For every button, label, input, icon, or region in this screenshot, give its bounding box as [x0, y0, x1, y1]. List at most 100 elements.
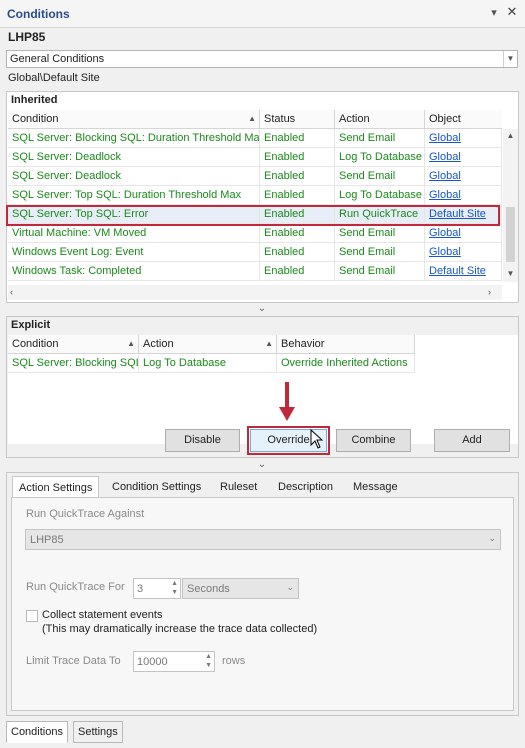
inherited-cell-action: Send Email — [335, 167, 425, 186]
inherited-cell-object[interactable]: Global — [425, 224, 502, 243]
column-header-action[interactable]: Action — [139, 335, 277, 354]
scroll-thumb[interactable] — [506, 207, 515, 262]
inherited-horizontal-scrollbar[interactable]: ‹ › — [8, 285, 502, 300]
explicit-cell-behavior: Override Inherited Actions — [277, 354, 415, 373]
tab-message[interactable]: Message — [347, 476, 404, 498]
explicit-cell-action: Log To Database — [139, 354, 277, 373]
inherited-cell-action: Log To Database — [335, 186, 425, 205]
title-bar: Conditions ▾ ✕ — [0, 0, 525, 28]
bottom-tab-settings[interactable]: Settings — [73, 721, 123, 743]
category-select[interactable]: General Conditions ▼ — [6, 50, 518, 68]
splitter-chevron-icon[interactable]: ⌄ — [256, 459, 268, 470]
inherited-cell-action: Send Email — [335, 129, 425, 148]
inherited-cell-condition: Windows Task: Completed — [8, 262, 260, 281]
column-header-object[interactable]: Object — [425, 110, 502, 129]
limit-value: 10000 — [137, 656, 168, 668]
inherited-cell-action: Send Email — [335, 243, 425, 262]
inherited-cell-status: Enabled — [260, 148, 335, 167]
run-for-unit: Seconds — [187, 583, 230, 595]
inherited-cell-condition: SQL Server: Deadlock — [8, 148, 260, 167]
run-against-value: LHP85 — [30, 534, 64, 546]
inherited-cell-status: Enabled — [260, 262, 335, 281]
stepper-arrows-icon[interactable]: ▲ ▼ — [205, 652, 212, 670]
inherited-grid-header: Condition Status Action Object — [8, 110, 502, 129]
inherited-cell-status: Enabled — [260, 243, 335, 262]
inherited-cell-status: Enabled — [260, 129, 335, 148]
inherited-vertical-scrollbar[interactable]: ▲ ▼ — [503, 129, 518, 282]
limit-label: Limit Trace Data To — [26, 655, 121, 667]
scroll-left-icon[interactable]: ‹ — [10, 285, 13, 300]
host-name: LHP85 — [8, 30, 46, 44]
chevron-down-icon[interactable]: ▼ — [503, 51, 517, 67]
inherited-cell-action: Log To Database — [335, 148, 425, 167]
annotation-arrow-head — [279, 407, 295, 421]
inherited-header: Inherited — [11, 94, 58, 106]
run-against-label: Run QuickTrace Against — [26, 508, 145, 520]
inherited-cell-action: Send Email — [335, 224, 425, 243]
inherited-cell-status: Enabled — [260, 186, 335, 205]
inherited-cell-object[interactable]: Global — [425, 148, 502, 167]
explicit-grid-header: Condition Action Behavior — [8, 335, 415, 354]
inherited-cell-object[interactable]: Global — [425, 129, 502, 148]
category-select-value: General Conditions — [10, 53, 105, 65]
collect-events-label: Collect statement events — [42, 609, 163, 621]
inherited-cell-condition: SQL Server: Deadlock — [8, 167, 260, 186]
scroll-up-icon[interactable]: ▲ — [503, 129, 518, 143]
selected-row-highlight — [6, 205, 500, 226]
run-for-label: Run QuickTrace For — [26, 581, 125, 593]
stepper-arrows-icon[interactable]: ▲ ▼ — [171, 579, 178, 597]
tab-condition-settings[interactable]: Condition Settings — [106, 476, 207, 498]
inherited-cell-object[interactable]: Global — [425, 243, 502, 262]
inherited-cell-status: Enabled — [260, 167, 335, 186]
run-for-stepper[interactable]: 3 ▲ ▼ — [133, 578, 181, 599]
explicit-grid: Condition Action Behavior SQL Server: Bl… — [8, 335, 518, 444]
inherited-cell-condition: SQL Server: Top SQL: Duration Threshold … — [8, 186, 260, 205]
tab-ruleset[interactable]: Ruleset — [214, 476, 263, 498]
explicit-panel: Explicit Condition Action Behavior SQL S… — [6, 316, 519, 458]
tab-description[interactable]: Description — [272, 476, 339, 498]
column-header-action[interactable]: Action — [335, 110, 425, 129]
inherited-row[interactable]: Windows Event Log: Event Enabled Send Emai… — [8, 243, 502, 262]
chevron-down-icon: ⌄ — [286, 582, 294, 592]
tab-action-settings[interactable]: Action Settings — [12, 476, 100, 498]
inherited-cell-status: Enabled — [260, 224, 335, 243]
column-header-condition[interactable]: Condition — [8, 335, 139, 354]
collect-events-checkbox[interactable] — [26, 610, 38, 622]
column-header-behavior[interactable]: Behavior — [277, 335, 415, 354]
chevron-down-icon: ⌄ — [488, 533, 496, 543]
limit-unit: rows — [222, 655, 246, 667]
inherited-row[interactable]: SQL Server: Top SQL: Duration Threshold … — [8, 186, 502, 205]
scroll-right-icon[interactable]: › — [488, 285, 491, 300]
inherited-row[interactable]: Windows Task: Completed Enabled Send Email… — [8, 262, 502, 281]
inherited-grid: Condition Status Action Object SQL Serve… — [8, 110, 502, 282]
column-header-status[interactable]: Status — [260, 110, 335, 129]
action-settings-body: Run QuickTrace Against LHP85 ⌄ Run Quick… — [11, 497, 514, 711]
explicit-cell-condition: SQL Server: Blocking SQL — [8, 354, 139, 373]
add-button[interactable]: Add — [434, 429, 510, 452]
disable-button[interactable]: Disable — [165, 429, 240, 452]
inherited-cell-object[interactable]: Global — [425, 167, 502, 186]
inherited-panel: Inherited Condition Status Action Object… — [6, 91, 519, 303]
run-against-select[interactable]: LHP85 ⌄ — [25, 529, 501, 550]
splitter-chevron-icon[interactable]: ⌄ — [256, 303, 268, 314]
inherited-cell-object[interactable]: Default Site — [425, 262, 502, 281]
inherited-cell-object[interactable]: Global — [425, 186, 502, 205]
inherited-row[interactable]: SQL Server: Blocking SQL: Duration Thres… — [8, 129, 502, 148]
scroll-down-icon[interactable]: ▼ — [503, 267, 518, 281]
explicit-row[interactable]: SQL Server: Blocking SQL Log To Database… — [8, 354, 415, 373]
run-for-unit-select[interactable]: Seconds ⌄ — [182, 578, 299, 599]
window-title: Conditions — [7, 7, 70, 21]
combine-button[interactable]: Combine — [336, 429, 411, 452]
inherited-row[interactable]: SQL Server: Deadlock Enabled Send Email Glo… — [8, 167, 502, 186]
close-icon[interactable]: ✕ — [505, 5, 519, 19]
inherited-cell-condition: Windows Event Log: Event — [8, 243, 260, 262]
explicit-header: Explicit — [11, 319, 51, 331]
pin-menu-icon[interactable]: ▾ — [487, 6, 501, 20]
mouse-cursor-icon — [310, 429, 324, 449]
bottom-tab-conditions[interactable]: Conditions — [6, 721, 68, 743]
column-header-condition[interactable]: Condition — [8, 110, 260, 129]
limit-stepper[interactable]: 10000 ▲ ▼ — [133, 651, 215, 672]
inherited-row[interactable]: Virtual Machine: VM Moved Enabled Send Ema… — [8, 224, 502, 243]
inherited-row[interactable]: SQL Server: Deadlock Enabled Log To Databa… — [8, 148, 502, 167]
run-for-value: 3 — [137, 583, 144, 595]
